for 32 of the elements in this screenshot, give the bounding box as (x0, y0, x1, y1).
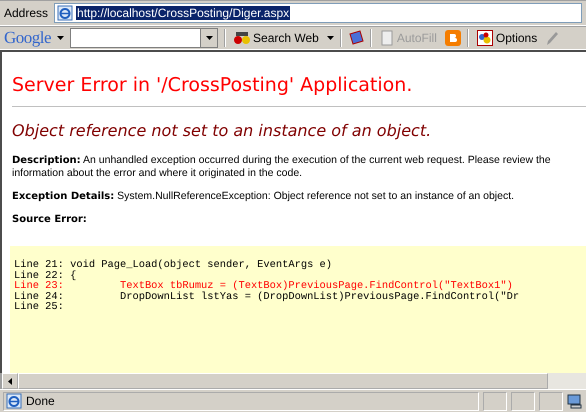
exception-details-text: Exception Details: System.NullReferenceException: Object reference not set to an instance of an object. (12, 190, 516, 203)
options-icon (476, 30, 493, 46)
computer-icon (567, 393, 583, 409)
code-line: Line 23: TextBox tbRumuz = (TextBox)PreviousPage.FindControl("TextBox1") (14, 281, 513, 292)
left-arrow-icon (8, 378, 12, 384)
status-text: Done (26, 394, 55, 408)
code-line: Line 24: DropDownList lstYas = (DropDownList)PreviousPage.FindControl("Dr (14, 292, 520, 302)
source-error-label: Source Error: (12, 213, 88, 226)
page-info-icon[interactable] (348, 30, 364, 46)
address-field[interactable]: http://localhost/CrossPosting/Diger.aspx (54, 3, 582, 23)
code-line: Line 25: (14, 302, 65, 312)
options-button[interactable]: Options (474, 30, 540, 46)
code-line: Line 22: { (14, 270, 78, 281)
code-line: Line 21: void Page_Load(object sender, EventArgs e) (14, 260, 334, 270)
caret-icon[interactable] (57, 36, 64, 40)
page-icon (6, 393, 22, 409)
page-icon (57, 5, 74, 21)
page-title: Server Error in '/CrossPosting' Application. (12, 74, 586, 107)
description-text: Description: An unhandled exception occurred during the execution of the current web request. Please review the information about the error and where it originated in the code. (12, 154, 552, 180)
scroll-left-button[interactable] (2, 373, 18, 389)
caret-icon[interactable] (326, 36, 334, 40)
status-pane-small (511, 392, 535, 410)
error-message: Object reference not set to an instance of an object. (12, 121, 432, 140)
binoculars-icon (234, 31, 250, 45)
search-field[interactable] (70, 28, 218, 48)
dropdown-caret-icon[interactable] (206, 36, 213, 40)
form-icon (380, 30, 394, 46)
blog-icon[interactable] (444, 30, 461, 46)
address-label: Address (4, 6, 48, 20)
status-pane-small (539, 392, 563, 410)
status-pane-small (483, 392, 507, 410)
search-web-button[interactable]: Search Web (232, 31, 321, 45)
